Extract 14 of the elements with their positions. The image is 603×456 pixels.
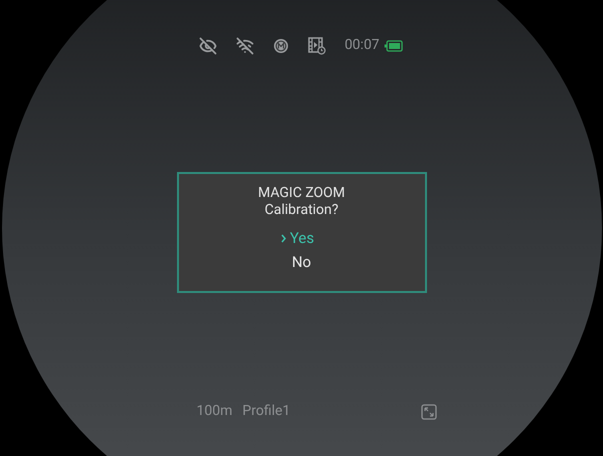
time-text: 00:07 bbox=[344, 36, 380, 55]
m-circle-icon bbox=[272, 38, 289, 54]
profile-text: Profile1 bbox=[242, 402, 290, 421]
dialog-title: MAGIC ZOOM bbox=[258, 185, 346, 202]
battery-icon bbox=[384, 40, 404, 52]
wifi-off-icon bbox=[236, 36, 254, 54]
expand-icon bbox=[420, 404, 436, 420]
eye-off-icon bbox=[198, 36, 217, 54]
chevron-icon bbox=[280, 234, 286, 242]
distance-text: 100m bbox=[196, 402, 232, 421]
menu-option[interactable]: No bbox=[292, 253, 312, 271]
dialog-question: Calibration? bbox=[264, 202, 338, 219]
menu-option[interactable]: Yes bbox=[280, 229, 314, 247]
video-timer-icon bbox=[308, 36, 326, 54]
